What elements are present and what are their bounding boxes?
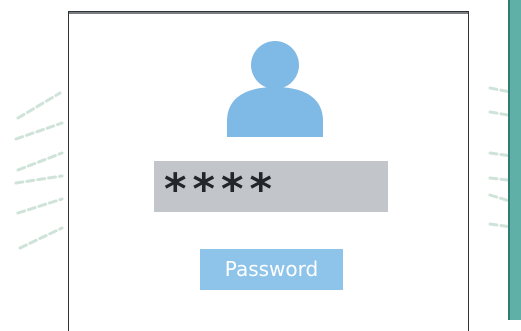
password-button[interactable]: Password <box>200 249 343 290</box>
user-avatar-icon <box>227 41 323 137</box>
card-top-highlight <box>69 12 468 14</box>
edge-stripe <box>508 0 521 320</box>
password-field[interactable] <box>154 161 388 212</box>
login-card: Password <box>68 11 469 331</box>
